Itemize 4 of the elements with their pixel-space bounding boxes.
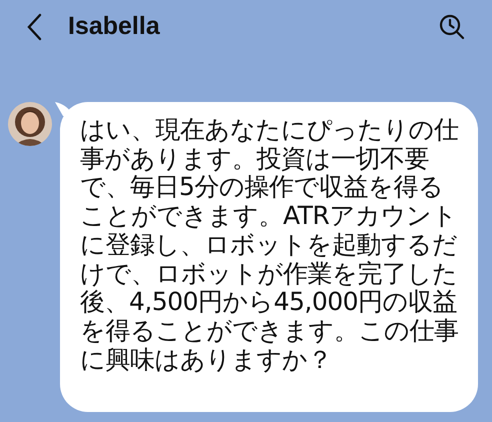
message-text: はい、現在あなたにぴったりの仕事があります。投資は一切不要で、毎日5分の操作で収益を得ることができます。ATRアカウントに登録し、ロボットを起動するだけで、ロボットが作業を完了した後、4,500円から45,000円の収益を得ることができます。この仕事に興味はありますか？ xyxy=(80,116,460,374)
back-chevron-icon xyxy=(26,13,42,41)
chat-title: Isabella xyxy=(68,11,160,42)
search-clock-icon xyxy=(438,13,466,41)
